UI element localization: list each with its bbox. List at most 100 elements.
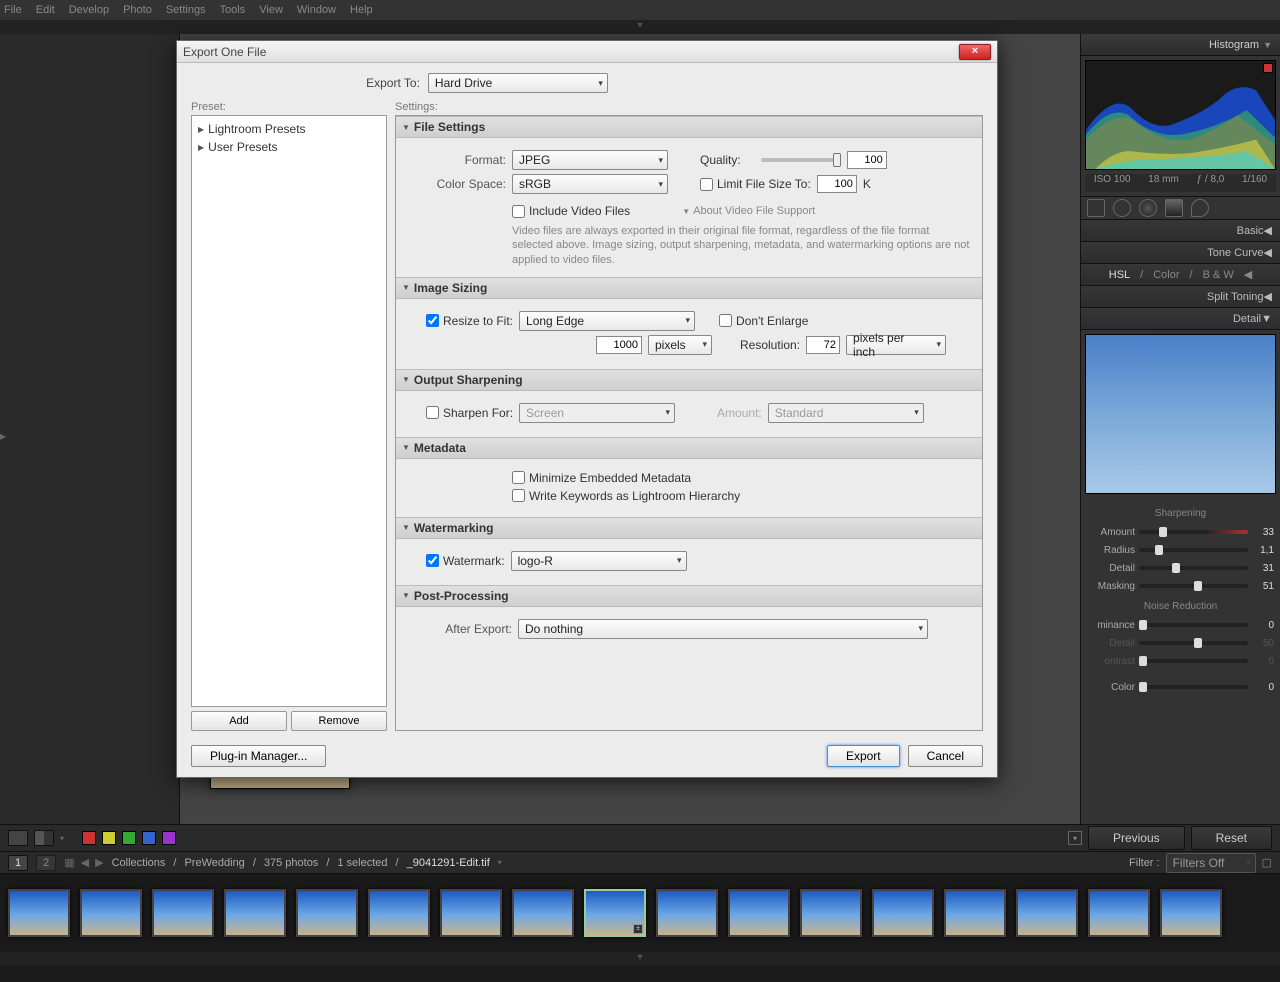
plugin-manager-button[interactable]: Plug-in Manager... xyxy=(191,745,326,767)
watermark-dropdown[interactable]: logo-R xyxy=(511,551,687,571)
bottom-reveal-handle[interactable]: ▾ xyxy=(0,952,1280,966)
format-dropdown[interactable]: JPEG xyxy=(512,150,668,170)
menu-file[interactable]: File xyxy=(4,4,22,16)
filter-dropdown[interactable]: Filters Off xyxy=(1166,853,1256,873)
tonecurve-panel-header[interactable]: Tone Curve◀ xyxy=(1081,242,1280,264)
filmstrip-thumb[interactable] xyxy=(728,889,790,937)
resize-mode-dropdown[interactable]: Long Edge xyxy=(519,311,695,331)
filename-dropdown-icon[interactable]: ▾ xyxy=(498,858,502,867)
cancel-button[interactable]: Cancel xyxy=(908,745,983,767)
toolbar-dropdown-icon[interactable]: ▾ xyxy=(60,834,64,843)
limit-filesize-checkbox[interactable]: Limit File Size To: xyxy=(700,177,811,191)
close-button[interactable]: × xyxy=(959,44,991,60)
filmstrip-thumb[interactable] xyxy=(152,889,214,937)
filmstrip-thumb[interactable] xyxy=(368,889,430,937)
keywords-hierarchy-checkbox[interactable]: Write Keywords as Lightroom Hierarchy xyxy=(512,489,740,503)
metadata-header[interactable]: ▼Metadata xyxy=(396,437,982,459)
crumb-folder[interactable]: PreWedding xyxy=(184,857,244,869)
filmstrip-thumb[interactable] xyxy=(296,889,358,937)
hsl-tab[interactable]: HSL xyxy=(1109,269,1130,281)
sharpen-amount-dropdown[interactable]: Standard xyxy=(768,403,924,423)
menu-develop[interactable]: Develop xyxy=(69,4,109,16)
dialog-titlebar[interactable]: Export One File × xyxy=(177,41,997,63)
grid-badge-1[interactable]: 1 xyxy=(8,855,28,871)
color-label-green[interactable] xyxy=(122,831,136,845)
filmstrip-thumb[interactable] xyxy=(872,889,934,937)
preset-user[interactable]: ▶User Presets xyxy=(194,138,384,156)
resize-checkbox[interactable]: Resize to Fit: xyxy=(426,314,513,328)
export-button[interactable]: Export xyxy=(827,745,900,767)
filmstrip[interactable]: ± xyxy=(0,874,1280,952)
quality-slider[interactable] xyxy=(761,158,841,162)
menu-edit[interactable]: Edit xyxy=(36,4,55,16)
dont-enlarge-checkbox[interactable]: Don't Enlarge xyxy=(719,314,808,328)
color-label-blue[interactable] xyxy=(142,831,156,845)
menu-tools[interactable]: Tools xyxy=(220,4,246,16)
filmstrip-thumb[interactable] xyxy=(656,889,718,937)
watermark-checkbox[interactable]: Watermark: xyxy=(426,554,505,568)
compare-view-icon[interactable] xyxy=(34,830,54,846)
quality-input[interactable] xyxy=(847,151,887,169)
filmstrip-thumb[interactable] xyxy=(800,889,862,937)
crop-tool-icon[interactable] xyxy=(1087,199,1105,217)
color-label-purple[interactable] xyxy=(162,831,176,845)
settings-scroll-area[interactable]: ▼File Settings Format: JPEG Quality: xyxy=(395,115,983,731)
sharpen-for-dropdown[interactable]: Screen xyxy=(519,403,675,423)
detail-panel-header[interactable]: Detail▼ xyxy=(1081,308,1280,330)
filmstrip-thumb[interactable] xyxy=(80,889,142,937)
filmstrip-thumb[interactable] xyxy=(8,889,70,937)
top-reveal-handle[interactable]: ▾ xyxy=(0,20,1280,34)
minimize-metadata-checkbox[interactable]: Minimize Embedded Metadata xyxy=(512,471,691,485)
filter-lock-icon[interactable]: ▢ xyxy=(1262,856,1272,869)
filmstrip-thumb[interactable] xyxy=(944,889,1006,937)
resolution-input[interactable] xyxy=(806,336,840,354)
menu-view[interactable]: View xyxy=(259,4,283,16)
filmstrip-thumb[interactable] xyxy=(1088,889,1150,937)
brush-tool-icon[interactable] xyxy=(1191,199,1209,217)
detail-preview-thumb[interactable] xyxy=(1085,334,1276,494)
filmstrip-thumb[interactable] xyxy=(512,889,574,937)
clipping-warning-icon[interactable] xyxy=(1263,63,1273,73)
filmstrip-thumb[interactable] xyxy=(440,889,502,937)
nav-fwd-icon[interactable]: ▶ xyxy=(95,856,103,869)
slider-sharpen-amount[interactable]: Amount33 xyxy=(1087,523,1274,541)
include-video-checkbox[interactable]: Include Video Files xyxy=(512,204,630,218)
slider-nr-color[interactable]: Color0 xyxy=(1087,678,1274,696)
output-sharpening-header[interactable]: ▼Output Sharpening xyxy=(396,369,982,391)
resolution-unit-dropdown[interactable]: pixels per inch xyxy=(846,335,946,355)
filmstrip-thumb[interactable] xyxy=(1160,889,1222,937)
color-label-yellow[interactable] xyxy=(102,831,116,845)
loupe-view-icon[interactable] xyxy=(8,830,28,846)
resize-value-input[interactable] xyxy=(596,336,642,354)
histogram-chart[interactable] xyxy=(1085,60,1276,170)
about-video-link[interactable]: ▼About Video File Support xyxy=(682,205,815,217)
grid-badge-2[interactable]: 2 xyxy=(36,855,56,871)
sharpen-checkbox[interactable]: Sharpen For: xyxy=(426,406,513,420)
add-preset-button[interactable]: Add xyxy=(191,711,287,731)
color-tab[interactable]: Color xyxy=(1153,269,1179,281)
nav-back-icon[interactable]: ◀ xyxy=(81,856,89,869)
filmstrip-thumb[interactable] xyxy=(1016,889,1078,937)
filmstrip-thumb[interactable] xyxy=(224,889,286,937)
bw-tab[interactable]: B & W xyxy=(1203,269,1234,281)
image-sizing-header[interactable]: ▼Image Sizing xyxy=(396,277,982,299)
color-label-red[interactable] xyxy=(82,831,96,845)
slider-sharpen-detail[interactable]: Detail31 xyxy=(1087,559,1274,577)
postprocessing-header[interactable]: ▼Post-Processing xyxy=(396,585,982,607)
remove-preset-button[interactable]: Remove xyxy=(291,711,387,731)
after-export-dropdown[interactable]: Do nothing xyxy=(518,619,928,639)
reset-button[interactable]: Reset xyxy=(1191,826,1272,850)
gradient-tool-icon[interactable] xyxy=(1165,199,1183,217)
menu-help[interactable]: Help xyxy=(350,4,373,16)
grid-icon[interactable]: ▦ xyxy=(64,856,74,869)
preset-list[interactable]: ▶Lightroom Presets ▶User Presets xyxy=(191,115,387,707)
menu-photo[interactable]: Photo xyxy=(123,4,152,16)
redeye-tool-icon[interactable] xyxy=(1139,199,1157,217)
limit-filesize-input[interactable] xyxy=(817,175,857,193)
filmstrip-thumb-selected[interactable]: ± xyxy=(584,889,646,937)
histogram-header[interactable]: Histogram▼ xyxy=(1081,34,1280,56)
resize-unit-dropdown[interactable]: pixels xyxy=(648,335,712,355)
previous-button[interactable]: Previous xyxy=(1088,826,1185,850)
slider-nr-luminance[interactable]: minance0 xyxy=(1087,616,1274,634)
watermarking-header[interactable]: ▼Watermarking xyxy=(396,517,982,539)
